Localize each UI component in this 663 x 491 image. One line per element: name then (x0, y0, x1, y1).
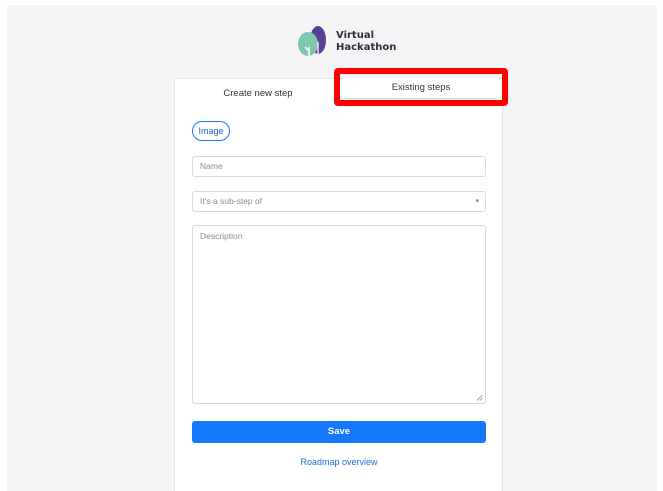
app-logo: Virtual Hackathon (296, 22, 396, 62)
roadmap-overview-link[interactable]: Roadmap overview (192, 457, 486, 467)
save-button[interactable]: Save (192, 421, 486, 443)
trees-logo-icon (298, 26, 326, 58)
tab-create-new-step[interactable]: Create new step (175, 83, 341, 105)
resize-handle-icon[interactable] (476, 394, 483, 401)
logo-line-1: Virtual (336, 30, 374, 41)
description-textarea[interactable]: Description (192, 225, 486, 404)
substep-select-placeholder: It's a sub-step of (200, 196, 263, 206)
description-placeholder: Description (200, 231, 243, 241)
tab-existing-steps[interactable]: Existing steps (344, 78, 498, 99)
substep-select[interactable]: It's a sub-step of ▾ (192, 191, 486, 212)
logo-text: Virtual Hackathon (336, 30, 396, 54)
image-upload-button[interactable]: Image (192, 121, 230, 141)
chevron-down-icon: ▾ (475, 198, 479, 205)
name-input[interactable]: Name (192, 156, 486, 177)
logo-line-2: Hackathon (336, 42, 397, 53)
